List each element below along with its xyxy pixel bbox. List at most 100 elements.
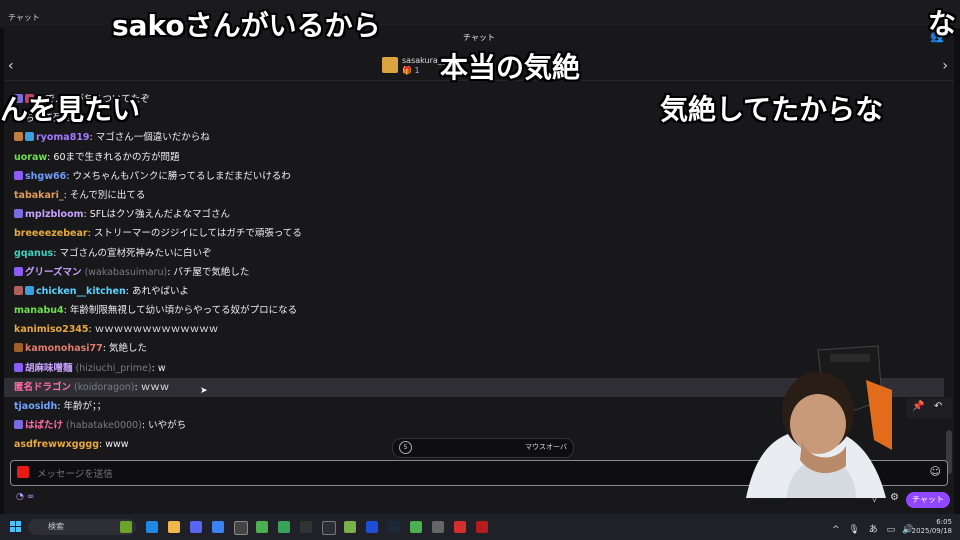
- chat-username[interactable]: gqanus: [14, 248, 53, 259]
- timer-pill-label: マウスオーバ: [525, 443, 567, 451]
- chat-message[interactable]: tabakari_: そんで別に出てる: [4, 186, 944, 205]
- chat-message[interactable]: shgw66: ウメちゃんもパンクに勝ってるしまだまだいけるわ: [4, 167, 944, 186]
- chat-message-text: w: [157, 362, 166, 374]
- chat-message[interactable]: mplzbloom: SFLはクソ強えんだよなマゴさん: [4, 205, 944, 224]
- taskbar: 検索 ^ 🎙 あ ▭ 🔊 6:05 2025/09/18: [0, 514, 960, 540]
- reply-icon[interactable]: ↶: [934, 401, 942, 412]
- chat-message-text: 気絶した: [108, 343, 147, 355]
- gift-count: 🎁 1: [402, 66, 420, 75]
- chrome-icon-2[interactable]: [410, 521, 422, 533]
- chat-message-text: ｗｗｗ: [140, 381, 170, 393]
- caption-2: 本当の気絶: [440, 51, 581, 84]
- record-icon[interactable]: [17, 466, 29, 478]
- windows-start-icon[interactable]: [10, 521, 22, 533]
- chat-username[interactable]: kamonohasi77: [25, 343, 103, 354]
- badge-icon[interactable]: [14, 420, 23, 430]
- timer-icon: 5: [399, 441, 412, 454]
- chat-username[interactable]: manabu4: [14, 305, 64, 316]
- chat-message-text: 年齢が；；: [63, 401, 107, 412]
- chat-message-text: パチ屋で気絶した: [173, 266, 250, 278]
- badge-icon[interactable]: [14, 343, 23, 353]
- chat-username[interactable]: グリーズマン: [25, 267, 82, 278]
- chat-username[interactable]: breeeezebear: [14, 228, 88, 239]
- chat-username[interactable]: mplzbloom: [25, 209, 84, 220]
- app-icon-7[interactable]: [454, 521, 466, 533]
- chat-username[interactable]: tabakari_: [14, 190, 64, 201]
- webcam-overlay: [746, 345, 892, 498]
- app-icon-4[interactable]: [344, 521, 356, 533]
- steam-icon[interactable]: [388, 521, 400, 533]
- emote-icon[interactable]: ☺: [930, 465, 941, 478]
- chat-message-text: ウメちゃんもパンクに勝ってるしまだまだいけるわ: [72, 170, 291, 182]
- app-icon-8[interactable]: [476, 521, 488, 533]
- points-value: ∞: [26, 492, 35, 502]
- chat-username[interactable]: tjaosidh: [14, 401, 57, 412]
- chevron-right-icon[interactable]: ›: [942, 58, 948, 74]
- chat-username[interactable]: uoraw: [14, 152, 47, 163]
- message-actions: 📌 ↶: [906, 398, 952, 418]
- channel-points[interactable]: ◔ ∞: [16, 492, 34, 502]
- badge-icon[interactable]: [14, 170, 23, 180]
- chevron-up-icon[interactable]: ^: [832, 525, 840, 535]
- badge-icon[interactable]: [14, 132, 23, 142]
- taskbar-search-label: 検索: [48, 522, 64, 531]
- chat-username[interactable]: はばたけ: [25, 420, 63, 431]
- system-tray: ^ 🎙 あ ▭ 🔊: [832, 522, 913, 535]
- ime-indicator[interactable]: あ: [869, 525, 878, 535]
- badge-icon[interactable]: [14, 362, 23, 372]
- window-title: チャット: [8, 13, 40, 22]
- badge-icon[interactable]: [14, 285, 23, 295]
- timer-pill[interactable]: 5 マウスオーバ: [392, 438, 574, 458]
- chat-message-text: マゴさんの宣材死神みたいに白いぞ: [59, 247, 212, 259]
- chat-message[interactable]: chicken__kitchen: あれやばいよ: [4, 282, 944, 301]
- gift-icon: [382, 57, 398, 73]
- caption-5: な: [928, 7, 957, 40]
- badge-icon[interactable]: [25, 132, 34, 142]
- chat-username[interactable]: 匿名ドラゴン: [14, 382, 71, 393]
- chat-send-button[interactable]: チャット: [906, 492, 950, 508]
- discord-icon[interactable]: [190, 521, 202, 533]
- app-icon-2[interactable]: [300, 521, 312, 533]
- chat-username[interactable]: chicken__kitchen: [36, 286, 126, 297]
- app-icon-3[interactable]: [322, 521, 336, 535]
- chevron-left-icon[interactable]: ‹: [8, 58, 14, 74]
- chat-message[interactable]: breeeezebear: ストリーマーのジジイにしてはガチで頑張ってる: [4, 224, 944, 243]
- caption-1: sakoさんがいるから: [112, 9, 381, 42]
- points-icon: ◔: [16, 492, 24, 502]
- chrome-icon[interactable]: [256, 521, 268, 533]
- clock[interactable]: 6:05 2025/09/18: [912, 518, 952, 536]
- network-icon[interactable]: ▭: [887, 525, 896, 535]
- chat-username[interactable]: 胡麻味噌麺: [25, 363, 73, 374]
- minecraft-icon[interactable]: [278, 521, 290, 533]
- badge-icon[interactable]: [14, 266, 23, 276]
- app-icon-5[interactable]: [366, 521, 378, 533]
- pin-icon[interactable]: 📌: [912, 401, 924, 412]
- badge-icon[interactable]: [14, 209, 23, 219]
- chat-message[interactable]: uoraw: 60まで生きれるかの方が問題: [4, 148, 944, 167]
- chat-username[interactable]: ryoma819: [36, 132, 90, 143]
- badge-icon[interactable]: [25, 285, 34, 295]
- obs-icon[interactable]: [234, 521, 248, 535]
- edge-icon[interactable]: [146, 521, 158, 533]
- mic-icon[interactable]: 🎙: [848, 525, 859, 535]
- app-icon-1[interactable]: [120, 521, 132, 533]
- caption-4: 気絶してたからな: [660, 93, 884, 126]
- clock-date: 2025/09/18: [911, 527, 952, 535]
- gift-count-value: 1: [414, 66, 420, 75]
- chat-message[interactable]: グリーズマン (wakabasuimaru): パチ屋で気絶した: [4, 263, 944, 282]
- folder-icon[interactable]: [168, 521, 180, 533]
- chat-message[interactable]: gqanus: マゴさんの宣材死神みたいに白いぞ: [4, 244, 944, 263]
- chat-message[interactable]: kanimiso2345: ｗｗｗｗｗｗｗｗｗｗｗｗｗ: [4, 320, 944, 339]
- chat-message-text: いやがち: [148, 420, 187, 432]
- chat-username[interactable]: kanimiso2345: [14, 324, 89, 335]
- chat-message[interactable]: manabu4: 年齢制限無視して幼い頃からやってる奴がプロになる: [4, 301, 944, 320]
- notepad-icon[interactable]: [212, 521, 224, 533]
- chat-username[interactable]: shgw66: [25, 171, 66, 182]
- chat-message-text: SFLはクソ強えんだよなマゴさん: [89, 209, 231, 221]
- chat-message-text: ストリーマーのジジイにしてはガチで頑張ってる: [93, 228, 302, 240]
- chat-username-alt: (habatake0000): [66, 420, 142, 432]
- chat-message-text: ｗｗｗｗｗｗｗｗｗｗｗｗｗ: [94, 324, 219, 336]
- chat-message[interactable]: ryoma819: マゴさん一個違いだからね: [4, 128, 944, 147]
- app-icon-6[interactable]: [432, 521, 444, 533]
- chat-username[interactable]: asdfrewwxgggg: [14, 439, 99, 450]
